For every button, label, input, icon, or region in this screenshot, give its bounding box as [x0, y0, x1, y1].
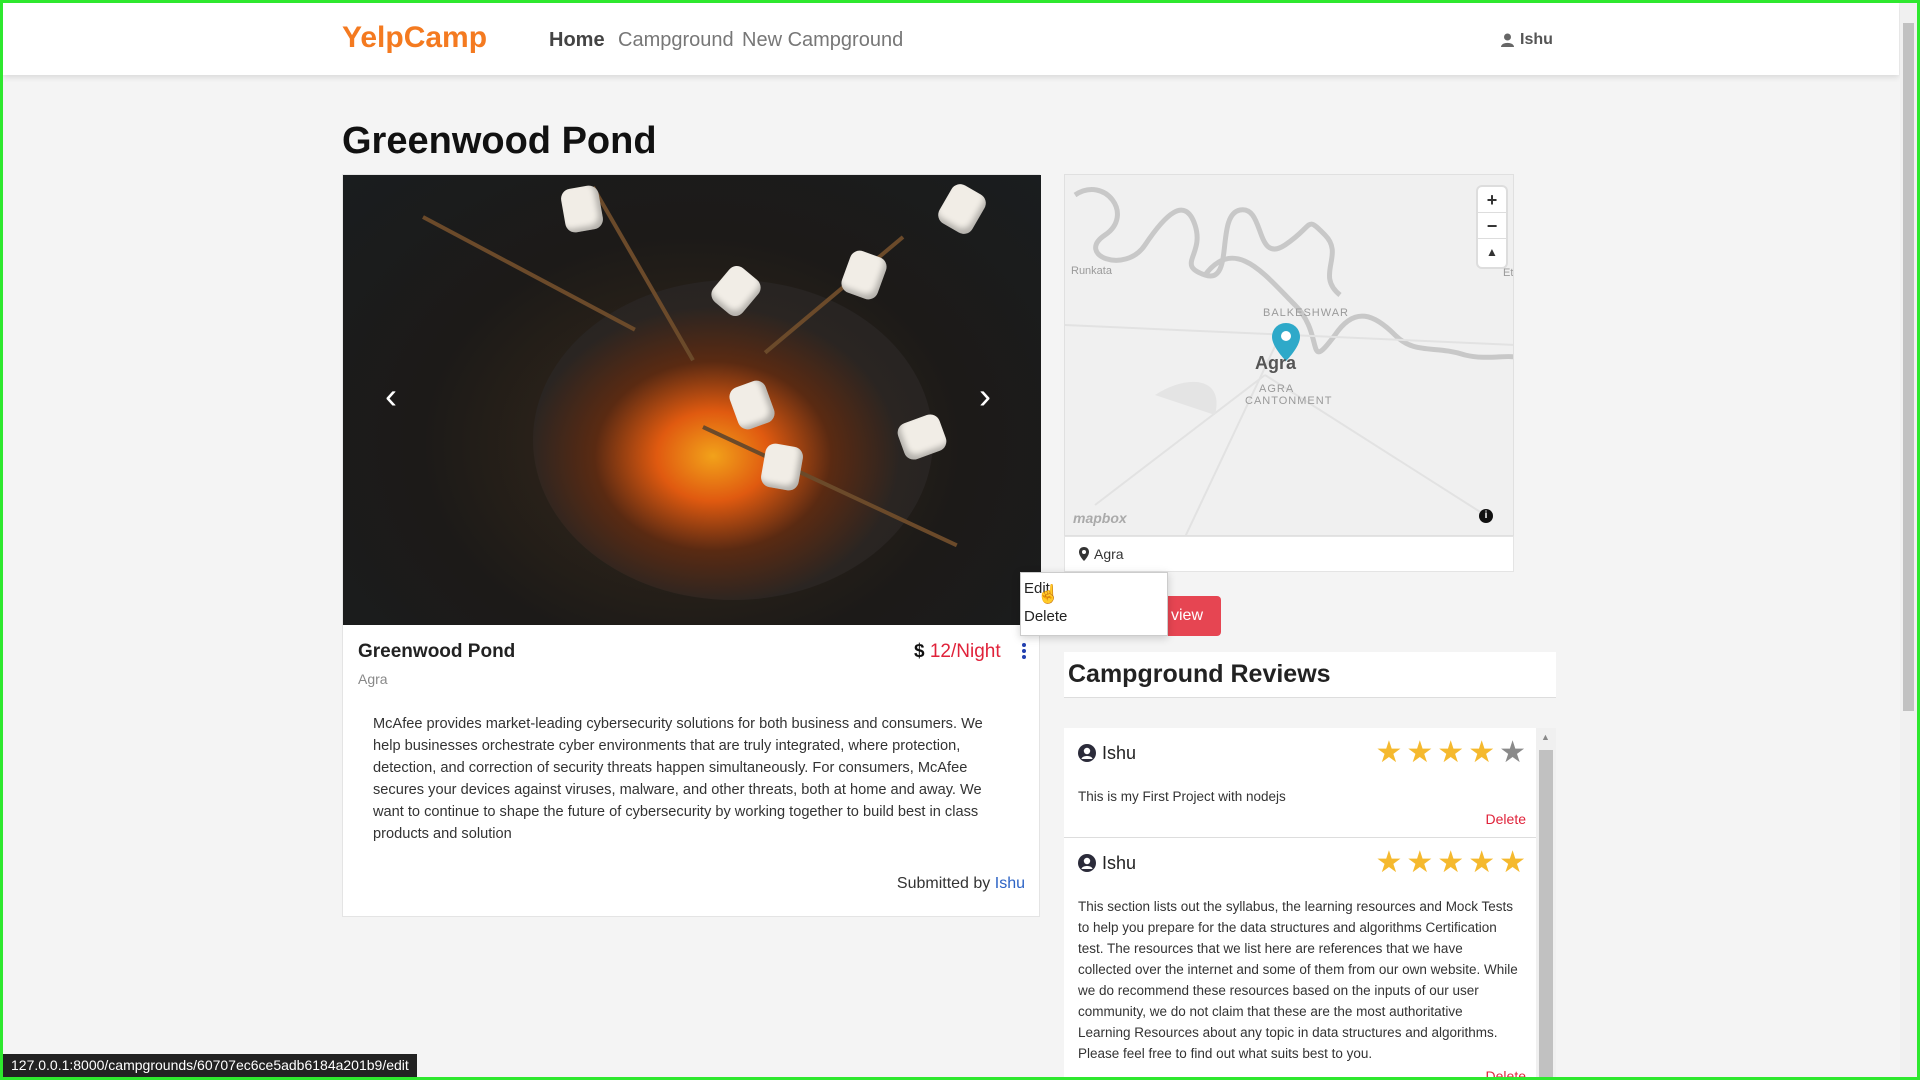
reviews-scroll-thumb[interactable] [1539, 750, 1553, 1080]
review-text: This is my First Project with nodejs [1078, 789, 1286, 804]
submitted-by-link[interactable]: Ishu [995, 875, 1025, 892]
page-scrollbar[interactable] [1900, 3, 1917, 1077]
campground-location: Agra [358, 671, 388, 687]
map-controls: + − ▲ [1478, 187, 1506, 267]
zoom-in-button[interactable]: + [1478, 187, 1506, 213]
delete-menu-item[interactable]: Delete [1021, 603, 1167, 631]
price-value: 12/Night [929, 641, 1001, 662]
submitted-prefix: Submitted by [896, 875, 991, 892]
review-delete-button[interactable]: Delete [1078, 1068, 1526, 1080]
map-label-runkata: Runkata [1071, 265, 1112, 277]
status-bar-url: 127.0.0.1:8000/campgrounds/60707ec6ce5ad… [3, 1054, 417, 1077]
nav-user-name: Ishu [1520, 31, 1553, 48]
review-rating-2: ★ ★ ★ ★ ★ [1375, 848, 1526, 878]
cursor-icon: ☝ [1037, 584, 1060, 604]
reviews-title: Campground Reviews [1064, 652, 1556, 698]
chevron-left-icon[interactable]: ‹ [385, 375, 397, 417]
price-symbol: $ [914, 641, 925, 662]
star-icon: ★ [1437, 846, 1465, 879]
map-label-edge: Et [1503, 267, 1514, 279]
star-icon: ★ [1375, 846, 1403, 879]
star-icon: ★ [1406, 736, 1434, 769]
reviews-scrollbar[interactable]: ▲ [1536, 728, 1556, 1080]
star-icon: ★ [1468, 846, 1496, 879]
zoom-out-button[interactable]: − [1478, 213, 1506, 239]
review-author-name: Ishu [1102, 742, 1137, 763]
review-author-name: Ishu [1102, 852, 1137, 873]
user-icon [1501, 33, 1514, 47]
nav-link-campground[interactable]: Campground [618, 29, 734, 52]
navbar: YelpCamp Home Campground New Campground … [3, 3, 1899, 75]
star-icon: ★ [1437, 736, 1465, 769]
review-item: Ishu ★ ★ ★ ★ ★ This section lists out th… [1064, 838, 1540, 1080]
campground-description: McAfee provides market-leading cybersecu… [373, 716, 983, 842]
user-circle-icon [1078, 744, 1096, 762]
map-label-agra-small: AGRA [1259, 383, 1295, 395]
nav-link-home[interactable]: Home [549, 29, 605, 52]
nav-link-new-campground[interactable]: New Campground [742, 29, 903, 52]
star-icon: ★ [1499, 846, 1526, 879]
map[interactable]: Runkata BALKESHWAR AGRA CANTONMENT Et Ag… [1064, 174, 1514, 536]
scroll-up-icon[interactable]: ▲ [1541, 732, 1550, 742]
submitted-by: Submitted by Ishu [897, 875, 1025, 893]
image-carousel[interactable]: ‹ › [343, 175, 1041, 625]
star-icon: ★ [1375, 736, 1403, 769]
review-rating-1: ★ ★ ★ ★ ★ [1375, 738, 1526, 768]
review-delete-button[interactable]: Delete [1078, 811, 1526, 827]
kebab-menu-icon[interactable] [1019, 641, 1029, 661]
map-city-label: Agra [1255, 353, 1297, 373]
map-label-balkeshwar: BALKESHWAR [1263, 307, 1350, 319]
campground-price: $ 12/Night [914, 641, 1001, 663]
star-icon: ★ [1406, 846, 1434, 879]
review-text: This section lists out the syllabus, the… [1078, 899, 1518, 1061]
map-location-footer: Agra [1064, 536, 1514, 572]
info-icon[interactable]: i [1479, 509, 1493, 523]
brand-logo[interactable]: YelpCamp [342, 21, 487, 55]
map-label-cantonment: CANTONMENT [1245, 395, 1333, 407]
campground-title: Greenwood Pond [358, 641, 516, 662]
page-title: Greenwood Pond [342, 120, 657, 162]
chevron-right-icon[interactable]: › [979, 375, 991, 417]
nav-user-menu[interactable]: Ishu [1501, 31, 1553, 49]
map-pin-icon [1079, 547, 1089, 561]
star-icon: ★ [1468, 736, 1496, 769]
map-footer-location: Agra [1094, 546, 1124, 562]
reviews-list[interactable]: Ishu ★ ★ ★ ★ ★ This is my First Project … [1064, 728, 1540, 1080]
page-scroll-thumb[interactable] [1903, 23, 1914, 711]
compass-button[interactable]: ▲ [1478, 239, 1506, 265]
star-icon: ★ [1499, 736, 1526, 769]
mapbox-logo[interactable]: mapbox [1073, 510, 1127, 526]
review-item: Ishu ★ ★ ★ ★ ★ This is my First Project … [1064, 728, 1540, 838]
campground-card: ‹ › Greenwood Pond $ 12/Night Agra McAfe… [342, 174, 1041, 917]
user-circle-icon [1078, 854, 1096, 872]
